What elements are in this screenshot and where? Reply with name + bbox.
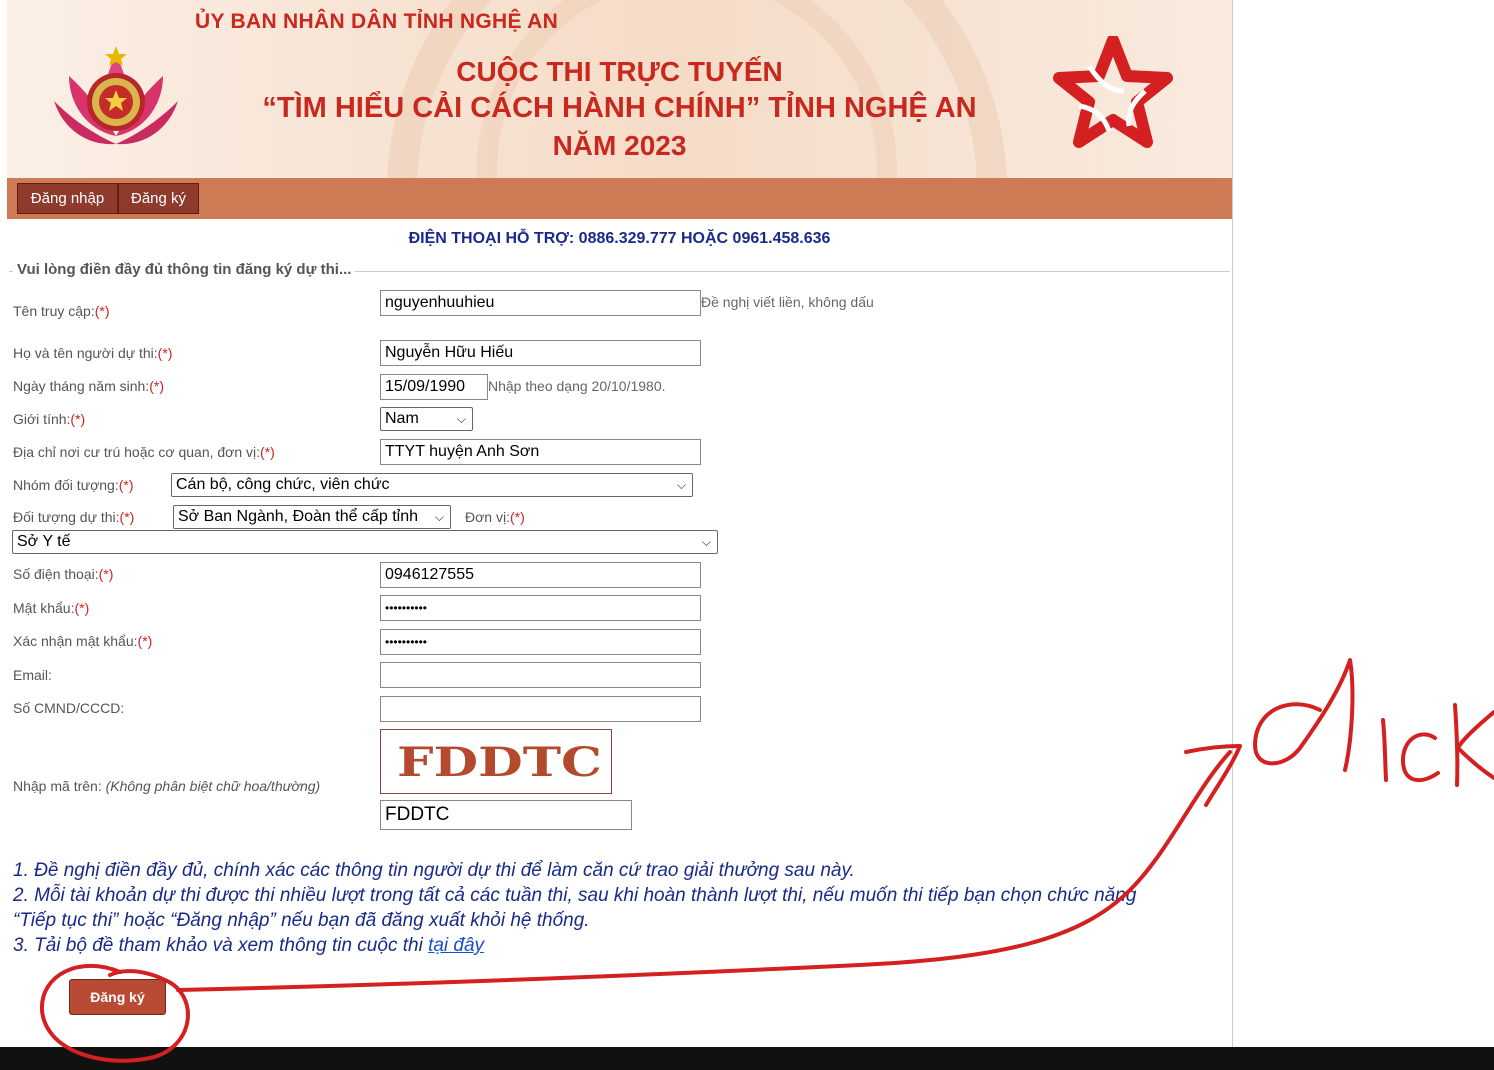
nav-register-button[interactable]: Đăng ký [118,183,199,214]
register-submit-button[interactable]: Đăng ký [69,979,166,1015]
annotation-letter-k [1453,703,1494,787]
chevron-down-icon: ⌵ [676,478,686,492]
chevron-down-icon: ⌵ [434,510,444,524]
fullname-input[interactable]: Nguyễn Hữu Hiếu [380,340,701,366]
chevron-down-icon: ⌵ [456,412,466,426]
address-label: Địa chỉ nơi cư trú hoặc cơ quan, đơn vị:… [13,444,275,460]
username-label: Tên truy cập:(*) [13,303,110,319]
nav-login-button[interactable]: Đăng nhập [17,183,118,214]
note-3: 3. Tải bộ đề tham khảo và xem thông tin … [13,935,485,956]
email-label: Email: [13,667,52,683]
form-legend: Vui lòng điền đầy đủ thông tin đăng ký d… [13,261,356,278]
confirm-password-label: Xác nhận mật khẩu:(*) [13,633,153,649]
group-select[interactable]: Cán bộ, công chức, viên chức ⌵ [171,473,693,497]
note-1: 1. Đề nghị điền đầy đủ, chính xác các th… [13,860,855,881]
chevron-down-icon: ⌵ [701,535,711,549]
gender-select[interactable]: Nam ⌵ [380,407,473,431]
captcha-text: FDDTC [397,739,602,786]
support-hotline: ĐIỆN THOẠI HỖ TRỢ: 0886.329.777 HOẶC 096… [408,230,831,247]
fullname-label: Họ và tên người dự thi:(*) [13,345,173,361]
target-label: Đối tượng dự thi:(*) [13,509,135,525]
captcha-image: FDDTC [380,729,612,794]
dob-input[interactable]: 15/09/1990 [380,374,488,400]
annotation-letter-d [1253,658,1355,772]
email-input[interactable] [380,662,701,688]
reform-star-logo-icon [1053,36,1173,148]
target-select[interactable]: Sở Ban Ngành, Đoàn thể cấp tỉnh ⌵ [173,505,451,529]
page: ỦY BAN NHÂN DÂN TỈNH NGHỆ AN CUỘC THI TR… [7,0,1233,1047]
download-link[interactable]: tại đây [428,935,484,956]
dob-hint: Nhập theo dạng 20/10/1980. [488,378,666,394]
phone-input[interactable]: 0946127555 [380,562,701,588]
captcha-label: Nhập mã trên: (Không phân biệt chữ hoa/t… [13,778,321,794]
password-input[interactable]: •••••••••• [380,595,701,621]
note-2-cont: “Tiếp tục thi” hoặc “Đăng nhập” nếu bạn … [13,910,590,931]
gender-label: Giới tính:(*) [13,411,86,427]
group-label: Nhóm đối tượng:(*) [13,477,134,493]
org-name: ỦY BAN NHÂN DÂN TỈNH NGHỆ AN [195,10,559,33]
unit-select[interactable]: Sở Y tế ⌵ [12,530,718,554]
username-input[interactable]: nguyenhuuhieu [380,290,701,316]
bottom-bar [0,1047,1494,1070]
annotation-letter-i [1381,718,1388,782]
captcha-input[interactable]: FDDTC [380,800,632,830]
instructions: 1. Đề nghị điền đầy đủ, chính xác các th… [13,858,1213,958]
note-2: 2. Mỗi tài khoản dự thi được thi nhiều l… [13,885,1137,906]
dob-label: Ngày tháng năm sinh:(*) [13,378,164,394]
confirm-password-input[interactable]: •••••••••• [380,629,701,655]
header-banner: ỦY BAN NHÂN DÂN TỈNH NGHỆ AN CUỘC THI TR… [7,0,1232,178]
idcard-input[interactable] [380,696,701,722]
password-label: Mật khẩu:(*) [13,600,90,616]
phone-label: Số điện thoại:(*) [13,566,114,582]
annotation-letter-c [1400,732,1440,783]
unit-label: Đơn vị:(*) [465,509,525,525]
address-input[interactable]: TTYT huyện Anh Sơn [380,439,701,465]
username-hint: Đề nghị viết liền, không dấu [701,294,874,310]
idcard-label: Số CMND/CCCD: [13,700,125,716]
